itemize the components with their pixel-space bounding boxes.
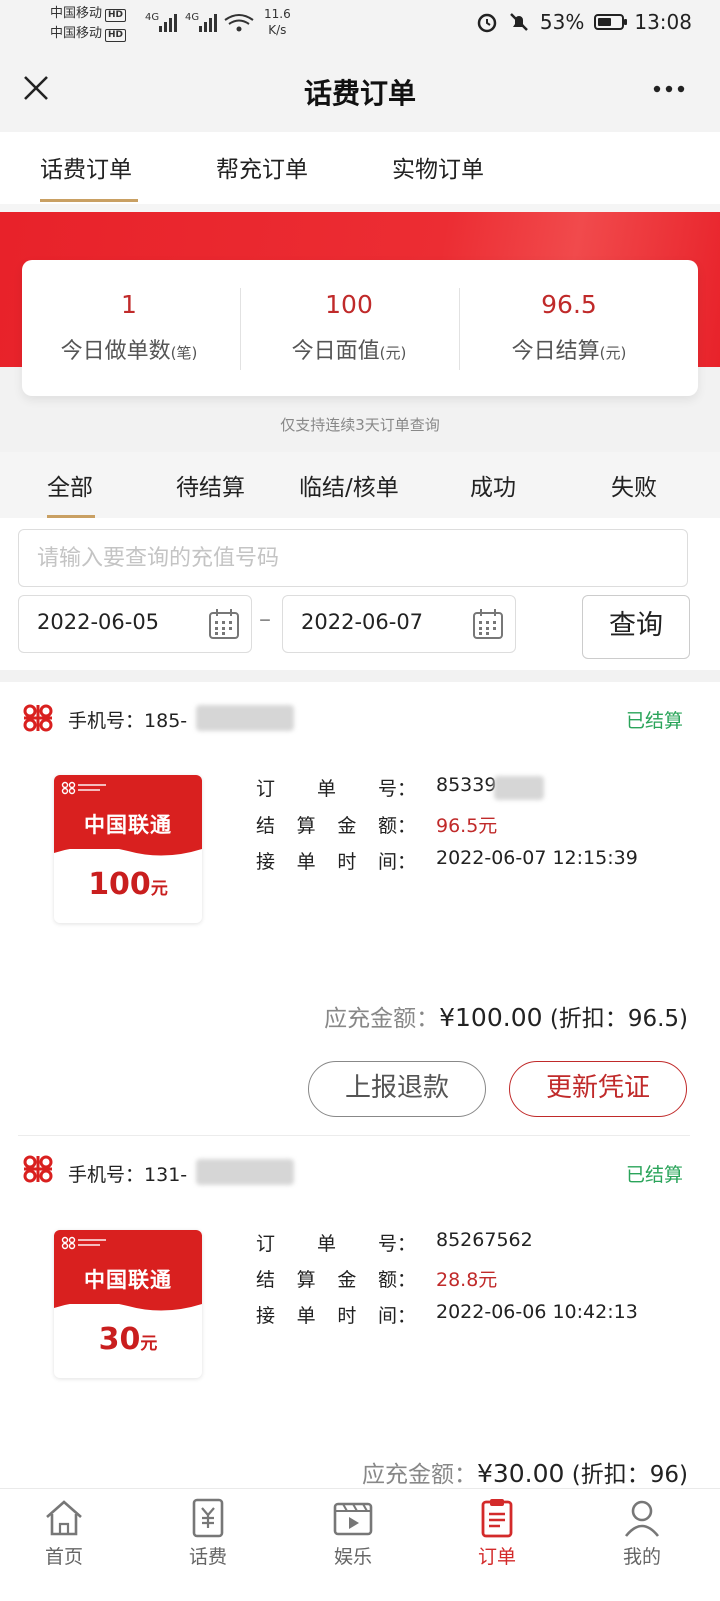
stat-divider [459,288,460,370]
order-no-value: 85267562 [436,1229,533,1251]
bottom-nav-label: 娱乐 [333,1546,372,1568]
battery-percent: 53% [539,10,585,34]
bottom-nav-label: 首页 [44,1546,83,1568]
due-amount: 应充金额：¥30.00 (折扣：96) [361,1459,688,1488]
media-icon [333,1502,373,1536]
bottom-nav-label: 我的 [622,1546,661,1568]
order-icon [481,1499,513,1538]
carrier-info: 中国移动 HD 中国移动 HD [50,4,127,44]
settle-amount-value: 96.5元 [436,815,498,837]
mute-icon [510,13,528,31]
china-unicom-logo-icon [23,704,53,732]
bottom-nav-entertainment[interactable]: 娱乐 [303,1490,403,1569]
signal-icon: 4G 4G [145,12,254,32]
network-speed: 11.6 K/s [264,6,291,38]
bottom-nav-bill[interactable]: 话费 [158,1490,258,1569]
signal-icons: 4G 4G [145,10,255,39]
card-face-value: 100元 [88,867,168,902]
end-date-field[interactable]: 2022-06-07 [282,595,516,653]
unicom-mini-logo-icon [61,781,106,795]
active-tab-indicator [40,199,138,202]
stats-card [22,260,698,396]
china-unicom-logo-icon [23,1155,53,1183]
filter-success[interactable]: 成功 [470,468,516,502]
calendar-icon[interactable] [207,607,241,641]
tab-phone-bill-orders[interactable]: 话费订单 [40,150,132,184]
status-right: 53% 13:08 [476,10,692,34]
home-icon [46,1500,82,1536]
masked-order-no [494,776,544,800]
phone-number: 手机号：185- [68,710,188,732]
bottom-nav-home[interactable]: 首页 [14,1490,114,1569]
order-no-value: 85339 [436,774,497,796]
stat-settlement-label: 今日结算(元) [511,339,627,364]
filter-all[interactable]: 全部 [47,468,93,502]
order-status: 已结算 [626,710,684,732]
stat-settlement: 96.5 [541,290,597,319]
bottom-nav-orders[interactable]: 订单 [447,1490,547,1569]
query-button[interactable]: 查询 [582,595,690,659]
card-brand: 中国联通 [84,813,172,837]
tab-physical-orders[interactable]: 实物订单 [392,150,484,184]
settle-amount-label: 结算金额： [256,815,416,837]
page-title: 话费订单 [303,77,416,110]
svg-text:4G: 4G [145,12,159,23]
start-date-field[interactable]: 2022-06-05 [18,595,252,653]
order-time-value: 2022-06-07 12:15:39 [436,847,638,869]
phone-number: 手机号：131- [68,1164,188,1186]
stat-orders-count: 1 [121,290,137,319]
stat-face-label: 今日面值(元) [291,339,407,364]
tab-help-recharge-orders[interactable]: 帮充订单 [216,150,308,184]
card-brand: 中国联通 [84,1268,172,1292]
settle-amount-value: 28.8元 [436,1269,498,1291]
filter-pending[interactable]: 待结算 [176,468,245,502]
bottom-nav-label: 话费 [188,1546,227,1568]
carrier-2: 中国移动 [50,26,103,41]
section-gap [0,670,720,682]
speed-unit: K/s [268,23,287,37]
query-limit-note: 仅支持连续3天订单查询 [280,416,440,434]
more-icon[interactable] [652,70,686,108]
order-no-label: 订单号： [256,1233,416,1255]
svg-text:4G: 4G [185,12,199,23]
card-face-value: 30元 [98,1322,158,1357]
stat-orders-label: 今日做单数(笔) [60,339,198,364]
unicom-mini-logo-icon [61,1236,106,1250]
filter-verifying[interactable]: 临结/核单 [299,468,399,502]
due-amount: 应充金额：¥100.00 (折扣：96.5) [324,1003,688,1032]
hd-badge: HD [105,29,127,42]
phone-search-input[interactable] [18,529,688,587]
stat-face-value: 100 [325,290,373,319]
order-no-label: 订单号： [256,778,416,800]
recharge-card-image: 中国联通 30元 [54,1230,202,1378]
settle-amount-label: 结算金额： [256,1269,416,1291]
bottom-nav-label: 订单 [477,1546,516,1568]
order-status: 已结算 [626,1164,684,1186]
speed-value: 11.6 [264,7,291,21]
carrier-1: 中国移动 [50,6,103,21]
update-voucher-button[interactable]: 更新凭证 [509,1061,687,1117]
order-time-label: 接单时间： [256,851,416,873]
clock: 13:08 [634,10,692,34]
battery-icon [594,14,628,30]
order-time-value: 2022-06-06 10:42:13 [436,1301,638,1323]
start-date-value: 2022-06-05 [37,610,160,634]
report-refund-button[interactable]: 上报退款 [308,1061,486,1117]
order-time-label: 接单时间： [256,1305,416,1327]
calendar-icon[interactable] [471,607,505,641]
filter-failed[interactable]: 失败 [611,468,657,502]
bill-icon [192,1498,224,1538]
user-icon [624,1500,660,1537]
divider [0,204,720,212]
stat-divider [240,288,241,370]
date-range-dash: – [259,605,271,633]
masked-number [196,1159,294,1185]
hd-badge: HD [105,9,127,22]
end-date-value: 2022-06-07 [301,610,424,634]
bottom-nav-me[interactable]: 我的 [592,1490,692,1569]
recharge-card-image: 中国联通 100元 [54,775,202,923]
alarm-icon [477,13,497,33]
masked-number [196,705,294,731]
